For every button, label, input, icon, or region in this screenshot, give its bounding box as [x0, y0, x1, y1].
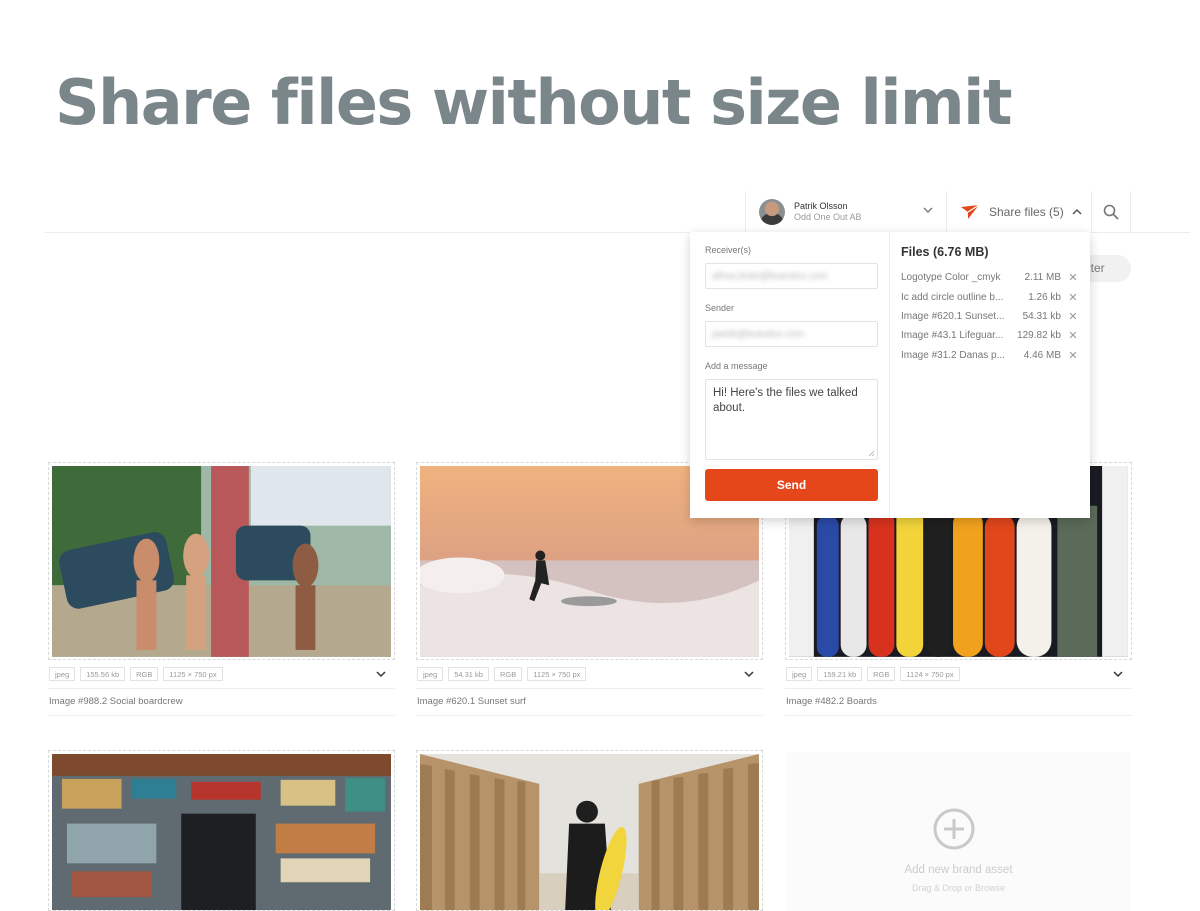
dimensions-tag: 1125 × 750 px — [527, 667, 587, 681]
add-asset-hint: Drag & Drop or Browse — [911, 883, 1006, 893]
add-asset-dropzone[interactable]: Add new brand asset Drag & Drop or Brows… — [786, 752, 1131, 911]
share-panel: Receiver(s) alhsa.lindo@brandox.com Send… — [690, 232, 1090, 518]
size-tag: 155.56 kb — [80, 667, 126, 681]
asset-card[interactable] — [48, 750, 395, 911]
close-icon[interactable]: ✕ — [1066, 329, 1080, 342]
file-size: 4.46 MB — [1023, 349, 1061, 361]
file-row: Ic add circle outline b... 1.26 kb ✕ — [901, 287, 1081, 306]
add-circle-icon[interactable] — [932, 807, 976, 851]
file-size: 2.11 MB — [1024, 272, 1062, 284]
receivers-label: Receiver(s) — [705, 245, 752, 255]
asset-thumbnail[interactable] — [416, 750, 763, 911]
asset-thumbnail[interactable] — [48, 750, 395, 911]
resize-grip-icon[interactable] — [868, 450, 875, 457]
file-name: Image #43.1 Lifeguar... — [901, 330, 1004, 342]
close-icon[interactable]: ✕ — [1066, 271, 1080, 284]
photo-image — [52, 754, 391, 910]
dimensions-tag: 1124 × 750 px — [900, 667, 960, 681]
chevron-down-icon — [923, 207, 933, 213]
asset-card[interactable]: jpeg 155.56 kb RGB 1125 × 750 px Image #… — [48, 462, 395, 716]
format-tag: jpeg — [417, 667, 444, 681]
share-form: Receiver(s) alhsa.lindo@brandox.com Send… — [690, 232, 890, 518]
file-name: Image #620.1 Sunset... — [901, 310, 1005, 322]
format-tag: jpeg — [49, 667, 76, 681]
asset-title: Image #988.2 Social boardcrew — [48, 689, 395, 716]
file-size: 54.31 kb — [1022, 310, 1061, 322]
close-icon[interactable]: ✕ — [1066, 349, 1080, 362]
asset-meta-row: jpeg 159.21 kb RGB 1124 × 750 px — [785, 660, 1132, 689]
color-tag: RGB — [867, 667, 896, 681]
asset-title: Image #620.1 Sunset surf — [416, 689, 763, 716]
file-row: Image #31.2 Danas p... 4.46 MB ✕ — [901, 346, 1081, 365]
sender-input[interactable]: patrik@brandox.com — [705, 321, 878, 347]
close-icon[interactable]: ✕ — [1066, 310, 1080, 323]
size-tag: 159.21 kb — [817, 667, 863, 681]
search-button[interactable] — [1091, 191, 1131, 232]
asset-thumbnail[interactable] — [48, 462, 395, 660]
chevron-down-icon[interactable] — [1112, 669, 1124, 679]
size-tag: 54.31 kb — [448, 667, 489, 681]
file-row: Logotype Color _cmyk 2.11 MB ✕ — [901, 268, 1081, 287]
user-name: Patrik Olsson — [794, 200, 848, 211]
color-tag: RGB — [493, 667, 523, 681]
message-value: Hi! Here's the files we talked about. — [713, 387, 858, 414]
file-size: 129.82 kb — [1017, 330, 1061, 342]
close-icon[interactable]: ✕ — [1066, 291, 1080, 304]
receivers-value: alhsa.lindo@brandox.com — [712, 270, 828, 282]
asset-meta-row: jpeg 54.31 kb RGB 1125 × 750 px — [416, 660, 763, 689]
asset-meta-row: jpeg 155.56 kb RGB 1125 × 750 px — [48, 660, 395, 689]
user-company: Odd One Out AB — [794, 211, 862, 222]
file-size: 1.26 kb — [1028, 291, 1061, 303]
file-name: Image #31.2 Danas p... — [901, 349, 1005, 361]
message-textarea[interactable]: Hi! Here's the files we talked about. — [705, 379, 878, 460]
message-label: Add a message — [705, 361, 768, 371]
file-row: Image #43.1 Lifeguar... 129.82 kb ✕ — [901, 326, 1081, 345]
file-name: Logotype Color _cmyk — [901, 272, 1001, 284]
photo-image — [52, 466, 391, 657]
chevron-up-icon — [1072, 208, 1082, 215]
paper-plane-icon — [961, 203, 980, 219]
avatar — [759, 198, 785, 225]
files-title: Files (6.76 MB) — [901, 245, 989, 259]
sender-label: Sender — [705, 303, 735, 313]
file-name: Ic add circle outline b... — [901, 291, 1004, 303]
files-list: Files (6.76 MB) Logotype Color _cmyk 2.1… — [901, 245, 1081, 365]
file-row: Image #620.1 Sunset... 54.31 kb ✕ — [901, 307, 1081, 326]
color-tag: RGB — [130, 667, 159, 681]
add-asset-label: Add new brand asset — [904, 864, 1013, 876]
user-menu[interactable]: Patrik Olsson Odd One Out AB — [745, 191, 946, 232]
send-button[interactable]: Send — [705, 469, 878, 501]
asset-card[interactable] — [416, 750, 763, 911]
chevron-down-icon[interactable] — [375, 669, 387, 679]
search-icon — [1103, 204, 1119, 220]
dimensions-tag: 1125 × 750 px — [163, 667, 223, 681]
format-tag: jpeg — [786, 667, 813, 681]
share-files-button[interactable]: Share files (5) — [946, 191, 1091, 232]
page-title: Share files without size limit — [55, 66, 1013, 139]
photo-image — [420, 754, 759, 910]
sender-value: patrik@brandox.com — [712, 328, 805, 340]
chevron-down-icon[interactable] — [743, 669, 755, 679]
receivers-input[interactable]: alhsa.lindo@brandox.com — [705, 263, 878, 289]
asset-title: Image #482.2 Boards — [785, 689, 1132, 716]
share-files-label: Share files (5) — [989, 204, 1064, 219]
